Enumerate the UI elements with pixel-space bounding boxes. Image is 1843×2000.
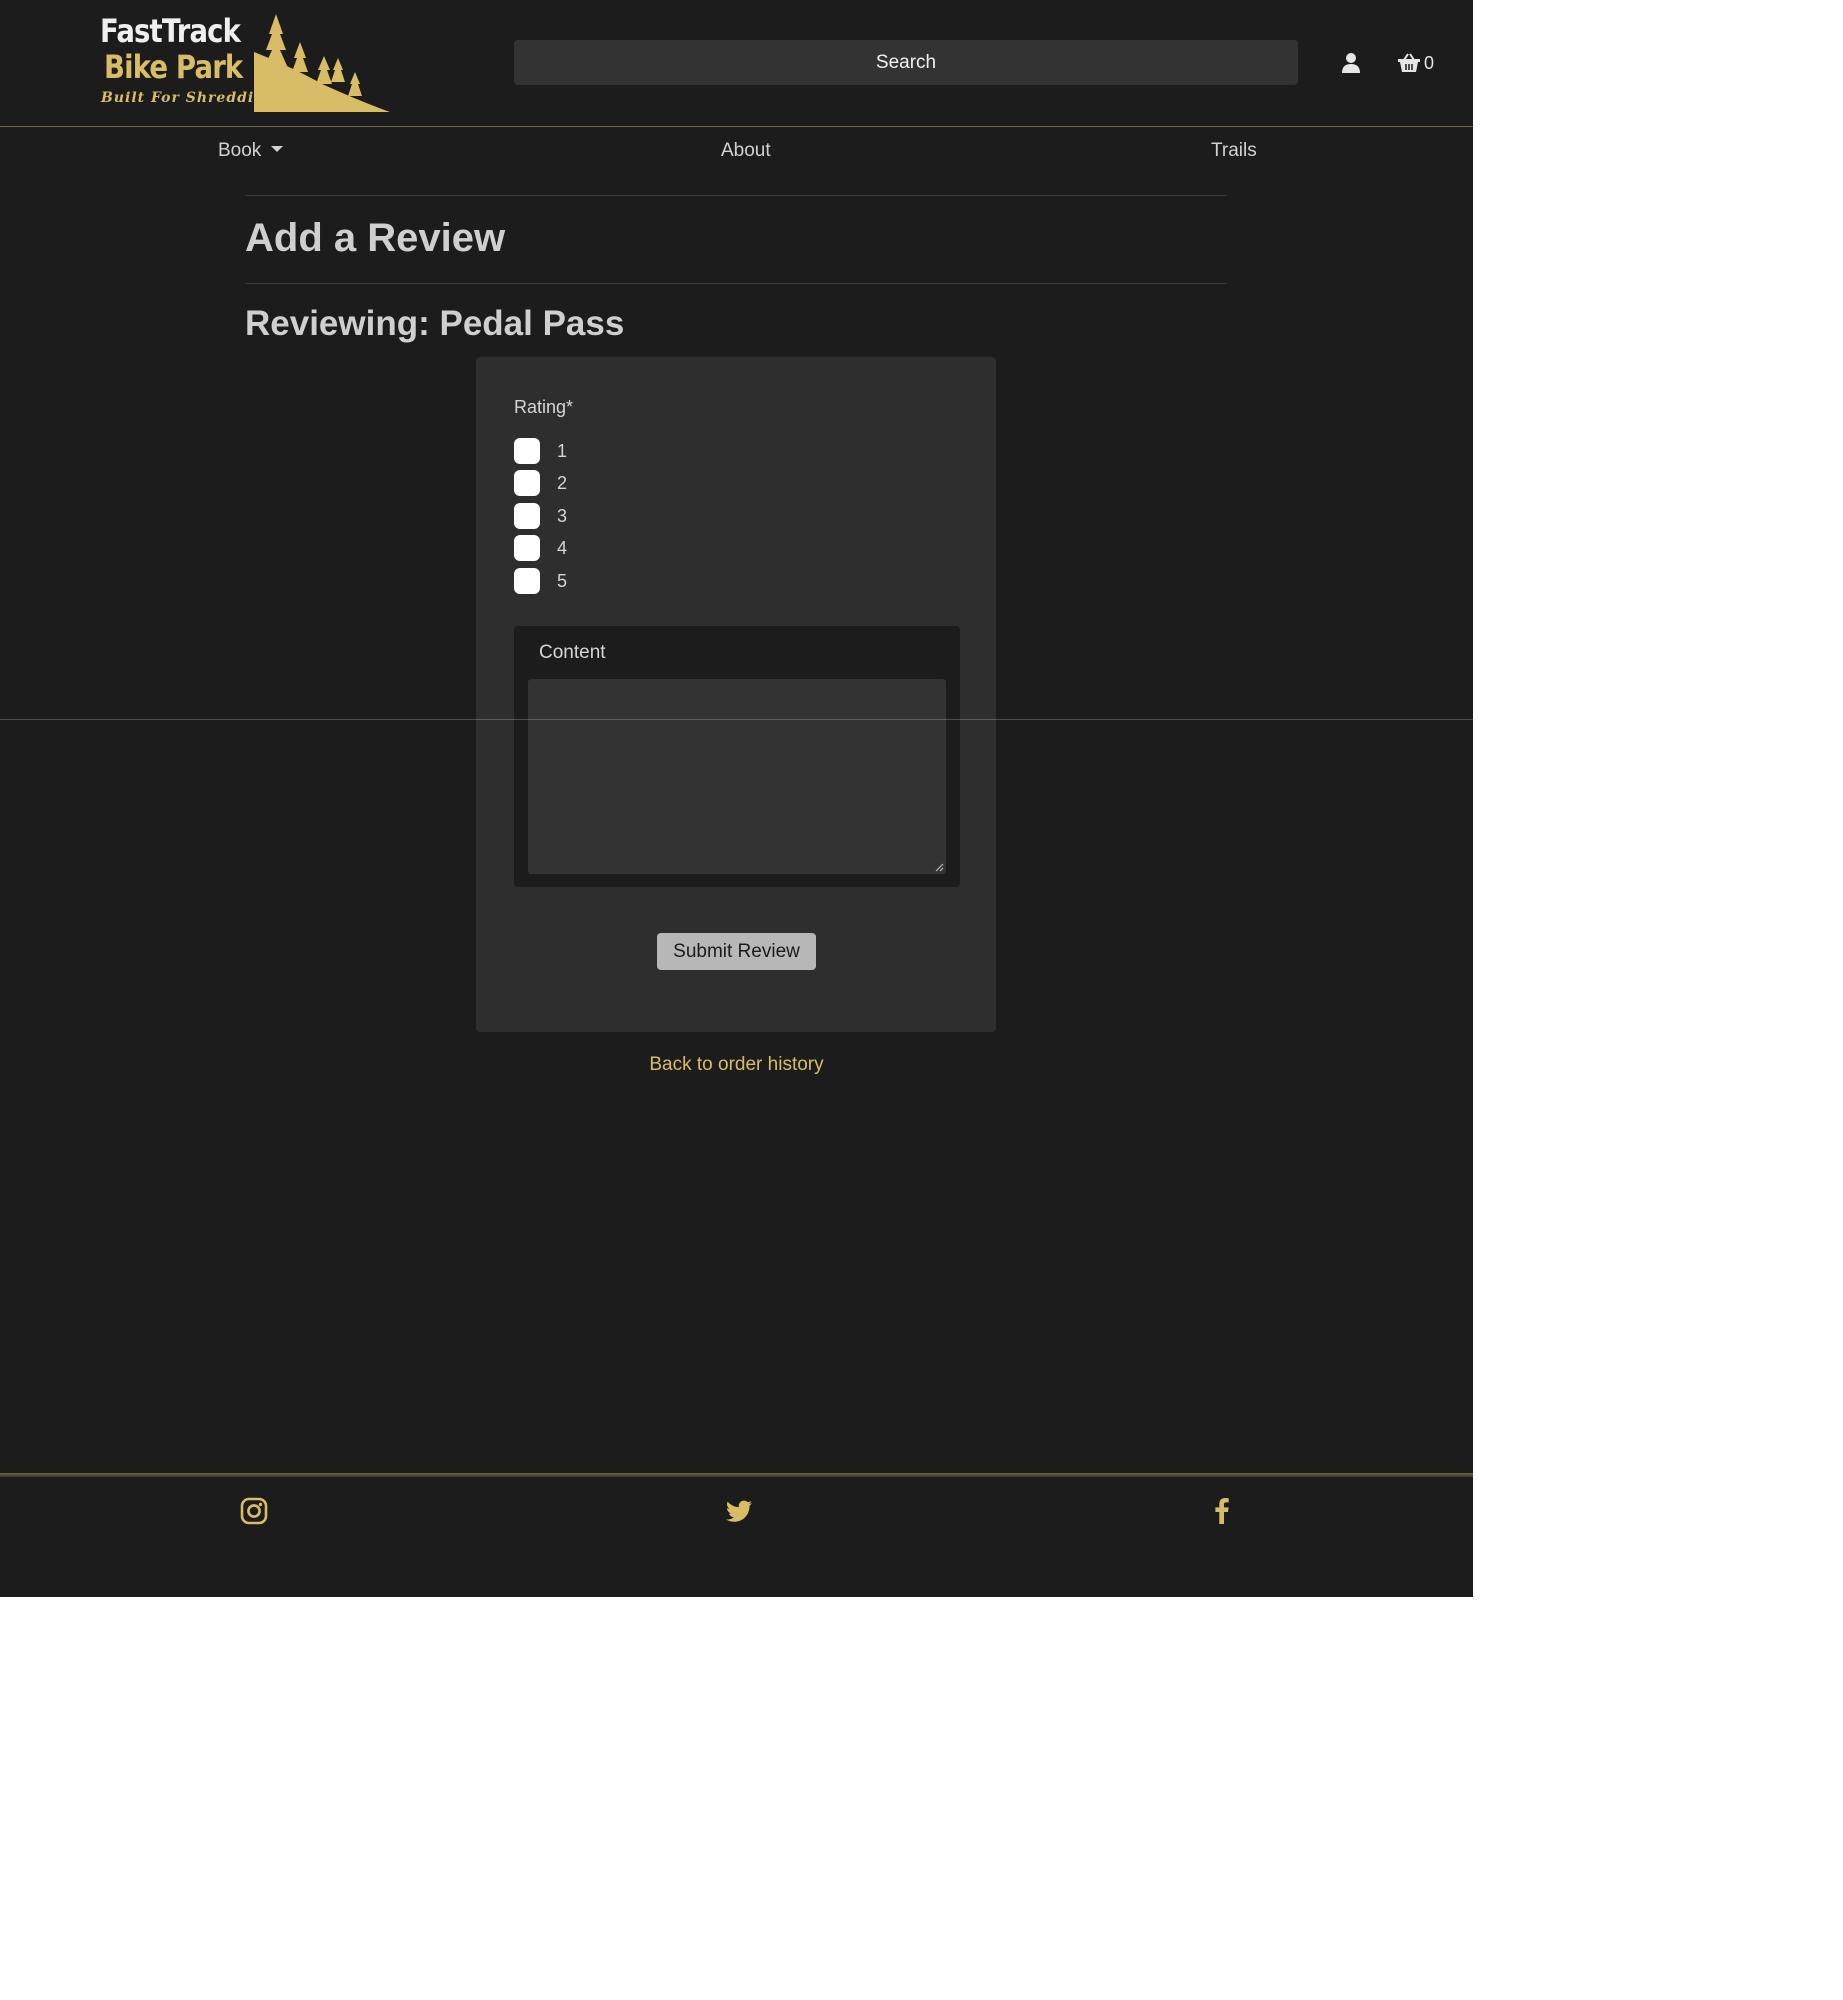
rating-checkbox[interactable] [514,503,540,529]
rating-checkbox[interactable] [514,470,540,496]
rating-label: Rating* [514,397,574,417]
logo-line-1: FastTrack [100,12,241,50]
rating-option-2[interactable]: 2 [514,470,567,496]
rating-option-label: 4 [557,537,568,558]
instagram-icon[interactable] [239,1496,269,1526]
nav-about[interactable]: About [721,140,771,162]
resize-handle-icon[interactable] [934,862,944,872]
page-title: Add a Review [245,216,506,260]
nav-trails[interactable]: Trails [1211,140,1257,162]
rating-option-label: 5 [557,570,568,591]
nav-book[interactable]: Book [218,140,284,162]
rating-option-4[interactable]: 4 [514,535,567,561]
logo-tagline: Built For Shredding [101,90,277,106]
logo-line-2: Bike Park [104,48,243,86]
content-field-group: Content [514,626,960,887]
divider-top [245,195,1227,196]
back-to-order-history-link[interactable]: Back to order history [649,1054,823,1075]
rating-option-3[interactable]: 3 [514,503,567,529]
twitter-icon[interactable] [724,1496,754,1526]
basket-icon [1398,53,1420,72]
search-placeholder: Search [875,51,937,73]
nav-about-label: About [721,140,771,161]
rating-checkbox[interactable] [514,438,540,464]
main-nav: Book About Trails [0,126,1473,176]
facebook-icon[interactable] [1207,1496,1237,1526]
site-logo[interactable]: FastTrack Bike Park Built For Shredding [98,12,390,112]
rating-option-label: 2 [557,472,568,493]
content-textarea[interactable] [528,679,946,874]
nav-book-label: Book [218,140,262,161]
viewport-divider [0,719,1473,720]
review-form: Rating* 1 2 3 4 5 Content Submit Review [476,357,996,1032]
rating-option-label: 3 [557,505,568,526]
site-footer [0,1477,1473,1597]
review-subtitle: Reviewing: Pedal Pass [245,304,625,343]
rating-option-label: 1 [557,440,568,461]
rating-checkbox[interactable] [514,535,540,561]
cart-count: 0 [1424,52,1435,73]
back-link-container: Back to order history [0,1054,1473,1076]
search-input[interactable]: Search [514,40,1298,85]
caret-down-icon [271,145,284,152]
user-icon[interactable] [1340,52,1362,74]
site-header: FastTrack Bike Park Built For Shredding … [0,0,1473,127]
rating-option-1[interactable]: 1 [514,438,567,464]
content-label: Content [539,642,606,663]
nav-trails-label: Trails [1211,140,1257,161]
mountain-trees-icon [254,14,390,112]
rating-checkbox[interactable] [514,568,540,594]
rating-option-5[interactable]: 5 [514,568,567,594]
app-window: FastTrack Bike Park Built For Shredding … [0,0,1473,1597]
cart-button[interactable]: 0 [1398,51,1434,75]
divider-title [245,283,1227,284]
submit-review-button[interactable]: Submit Review [657,933,816,970]
